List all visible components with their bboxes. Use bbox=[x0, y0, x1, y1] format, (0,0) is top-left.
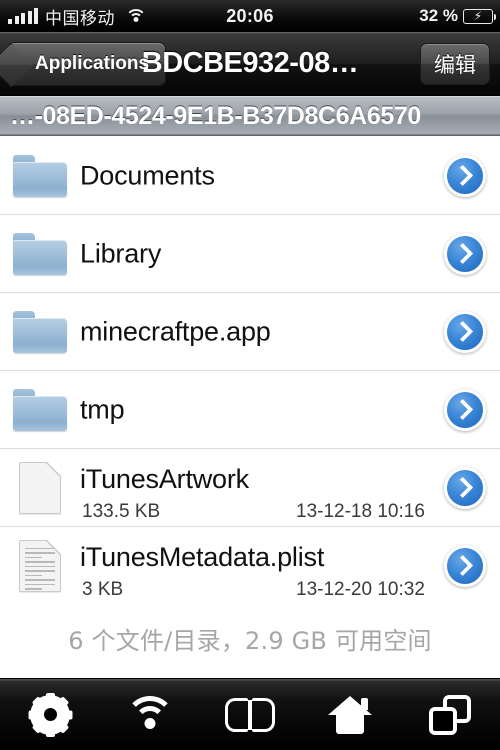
edit-button-label: 编辑 bbox=[434, 52, 476, 77]
blank-document-icon bbox=[19, 461, 61, 514]
file-name-label: iTunesMetadata.plist bbox=[80, 542, 325, 572]
disclosure-button[interactable] bbox=[430, 466, 500, 509]
disclosure-button[interactable] bbox=[430, 544, 500, 587]
file-manager-screen: 中国移动 20:06 32 % ⚡ Applications BDCBE932-… bbox=[0, 0, 500, 750]
row-icon bbox=[0, 388, 80, 431]
gear-icon bbox=[28, 692, 72, 737]
navigation-bar: Applications BDCBE932-08… 编辑 bbox=[0, 32, 500, 96]
table-row[interactable]: Documents bbox=[0, 137, 500, 215]
book-icon bbox=[225, 697, 275, 732]
toolbar-item-home[interactable] bbox=[305, 679, 395, 750]
disclosure-button[interactable] bbox=[430, 232, 500, 275]
row-text: iTunesMetadata.plist 3 KB 13-12-20 10:32 bbox=[80, 527, 430, 604]
file-name-label: iTunesArtwork bbox=[80, 464, 249, 494]
row-text: Library bbox=[80, 215, 430, 292]
toolbar-item-bookmarks[interactable] bbox=[205, 679, 295, 750]
row-text: Documents bbox=[80, 137, 430, 214]
chevron-right-icon bbox=[444, 310, 486, 353]
back-button-label: Applications bbox=[35, 52, 150, 74]
row-icon bbox=[0, 461, 80, 514]
toolbar-item-windows[interactable] bbox=[405, 679, 495, 750]
home-icon bbox=[328, 695, 372, 734]
row-text: iTunesArtwork 133.5 KB 13-12-18 10:16 bbox=[80, 449, 430, 526]
folder-icon bbox=[13, 310, 67, 353]
list-summary: 6 个文件/目录，2.9 GB 可用空间 bbox=[0, 599, 500, 677]
edit-button[interactable]: 编辑 bbox=[420, 42, 490, 85]
chevron-right-icon bbox=[444, 388, 486, 431]
bottom-toolbar bbox=[0, 678, 500, 750]
chevron-right-icon bbox=[444, 232, 486, 275]
file-date-label: 13-12-20 10:32 bbox=[296, 579, 425, 600]
file-name-label: minecraftpe.app bbox=[80, 316, 271, 346]
folder-icon bbox=[13, 154, 67, 197]
table-row[interactable]: tmp bbox=[0, 371, 500, 449]
table-row[interactable]: minecraftpe.app bbox=[0, 293, 500, 371]
status-bar-right: 32 % ⚡ bbox=[419, 6, 496, 26]
path-bar[interactable]: …-08ED-4524-9E1B-B37D8C6A6570 bbox=[0, 96, 500, 136]
chevron-right-icon bbox=[444, 544, 486, 587]
copy-windows-icon bbox=[429, 694, 471, 735]
disclosure-button[interactable] bbox=[430, 154, 500, 197]
row-icon bbox=[0, 310, 80, 353]
chevron-right-icon bbox=[444, 466, 486, 509]
battery-charging-icon: ⚡ bbox=[463, 8, 496, 24]
folder-icon bbox=[13, 232, 67, 275]
row-text: minecraftpe.app bbox=[80, 293, 430, 370]
table-row[interactable]: Library bbox=[0, 215, 500, 293]
text-document-icon bbox=[19, 539, 61, 592]
disclosure-button[interactable] bbox=[430, 388, 500, 431]
file-name-label: Library bbox=[80, 238, 162, 268]
back-button[interactable]: Applications bbox=[8, 41, 167, 86]
folder-icon bbox=[13, 388, 67, 431]
file-date-label: 13-12-18 10:16 bbox=[296, 501, 425, 522]
toolbar-item-settings[interactable] bbox=[5, 679, 95, 750]
file-size-label: 133.5 KB bbox=[82, 501, 161, 522]
wifi-icon bbox=[124, 695, 176, 734]
toolbar-item-network[interactable] bbox=[105, 679, 195, 750]
row-icon bbox=[0, 539, 80, 592]
status-bar: 中国移动 20:06 32 % ⚡ bbox=[0, 0, 500, 32]
file-list: Documents Library minecraftpe.app tmp iT… bbox=[0, 137, 500, 605]
chevron-right-icon bbox=[444, 154, 486, 197]
file-name-label: Documents bbox=[80, 160, 215, 190]
table-row[interactable]: iTunesMetadata.plist 3 KB 13-12-20 10:32 bbox=[0, 527, 500, 605]
table-row[interactable]: iTunesArtwork 133.5 KB 13-12-18 10:16 bbox=[0, 449, 500, 527]
row-icon bbox=[0, 232, 80, 275]
battery-percent-label: 32 % bbox=[419, 6, 458, 25]
path-label: …-08ED-4524-9E1B-B37D8C6A6570 bbox=[10, 101, 421, 130]
row-text: tmp bbox=[80, 371, 430, 448]
file-size-label: 3 KB bbox=[82, 579, 124, 600]
file-name-label: tmp bbox=[80, 394, 125, 424]
disclosure-button[interactable] bbox=[430, 310, 500, 353]
row-icon bbox=[0, 154, 80, 197]
